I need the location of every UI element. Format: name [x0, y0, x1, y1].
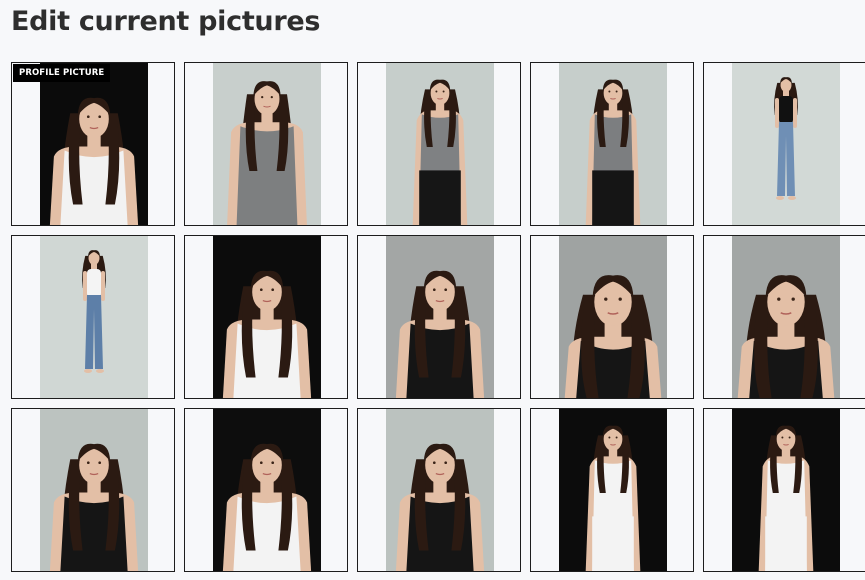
- picture-thumbnail: [386, 236, 494, 398]
- picture-thumbnail: [559, 236, 667, 398]
- trousers: [592, 170, 634, 225]
- trousers: [419, 170, 461, 225]
- portrait-image: [732, 63, 840, 225]
- portrait-image: [386, 236, 494, 398]
- picture-tile[interactable]: [703, 62, 865, 226]
- picture-tile[interactable]: [357, 235, 521, 399]
- profile-picture-badge: PROFILE PICTURE: [13, 64, 111, 82]
- trousers: [592, 516, 634, 571]
- portrait-image: [40, 63, 148, 225]
- picture-tile[interactable]: [703, 408, 865, 572]
- portrait-image: [732, 236, 840, 398]
- portrait-image: [559, 409, 667, 571]
- picture-tile[interactable]: [184, 408, 348, 572]
- portrait-image: [213, 236, 321, 398]
- picture-tile[interactable]: [184, 235, 348, 399]
- portrait-image: [213, 409, 321, 571]
- picture-tile[interactable]: [357, 408, 521, 572]
- edit-pictures-page: Edit current pictures PROFILE PICTURE: [0, 0, 865, 580]
- portrait-image: [732, 409, 840, 571]
- picture-thumbnail: [213, 409, 321, 571]
- picture-thumbnail: [386, 409, 494, 571]
- portrait-image: [559, 236, 667, 398]
- picture-grid: PROFILE PICTURE: [11, 62, 865, 572]
- page-title: Edit current pictures: [11, 6, 321, 37]
- picture-tile[interactable]: [530, 408, 694, 572]
- picture-thumbnail: [732, 63, 840, 225]
- picture-thumbnail: [40, 236, 148, 398]
- portrait-image: [559, 63, 667, 225]
- picture-thumbnail: [732, 409, 840, 571]
- picture-thumbnail: [559, 409, 667, 571]
- picture-thumbnail: [559, 63, 667, 225]
- trousers: [765, 516, 807, 571]
- picture-thumbnail: [386, 63, 494, 225]
- picture-thumbnail: [213, 236, 321, 398]
- picture-tile[interactable]: [703, 235, 865, 399]
- picture-tile[interactable]: PROFILE PICTURE: [11, 62, 175, 226]
- picture-tile[interactable]: [11, 408, 175, 572]
- picture-tile[interactable]: [357, 62, 521, 226]
- picture-tile[interactable]: [184, 62, 348, 226]
- portrait-image: [386, 409, 494, 571]
- picture-thumbnail: [732, 236, 840, 398]
- portrait-image: [40, 409, 148, 571]
- top-garment: [779, 96, 793, 124]
- picture-tile[interactable]: [530, 235, 694, 399]
- top-garment: [236, 126, 298, 225]
- portrait-image: [40, 236, 148, 398]
- picture-tile[interactable]: [11, 235, 175, 399]
- portrait-image: [213, 63, 321, 225]
- picture-tile[interactable]: [530, 62, 694, 226]
- picture-thumbnail: [40, 409, 148, 571]
- top-garment: [87, 269, 101, 297]
- portrait-image: [386, 63, 494, 225]
- picture-thumbnail: [213, 63, 321, 225]
- picture-thumbnail: [40, 63, 148, 225]
